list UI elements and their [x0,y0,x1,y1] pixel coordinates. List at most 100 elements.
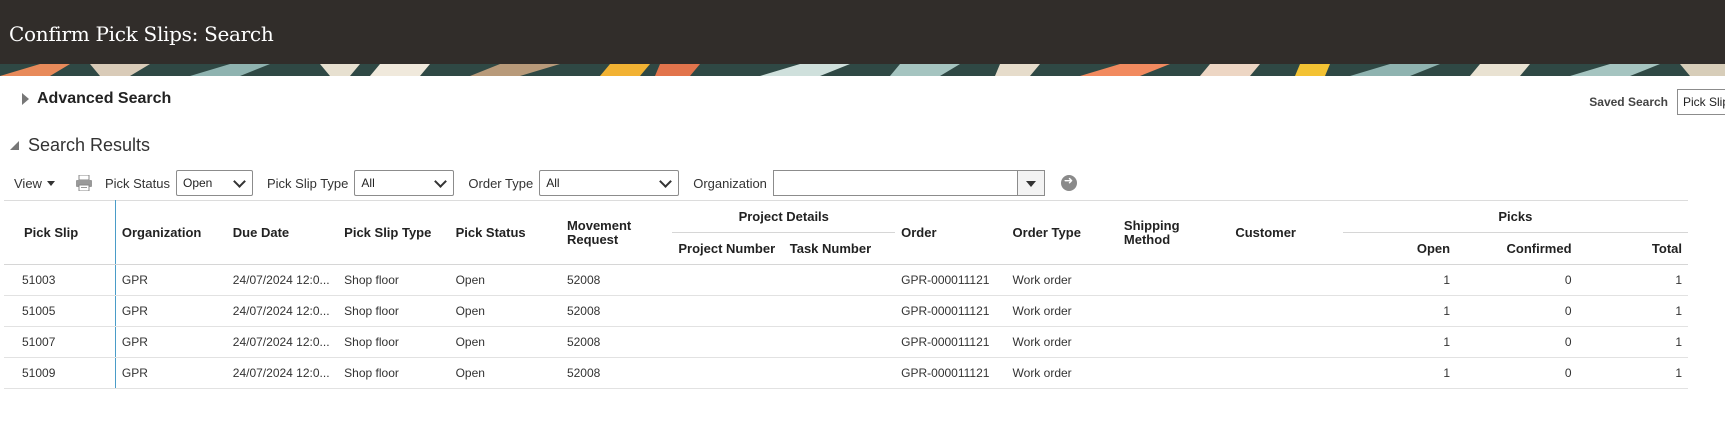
order-type-select[interactable]: All [539,170,680,196]
col-order[interactable]: Order [895,200,1007,265]
col-shipping-method[interactable]: Shipping Method [1117,200,1230,265]
header-banner-image [0,64,1725,76]
cell-project-number [672,295,784,327]
advanced-search-label: Advanced Search [37,90,172,107]
cell-order: GPR-000011121 [895,295,1007,327]
cell-open: 1 [1342,264,1457,296]
cell-organization: GPR [115,295,227,327]
cell-pick-slip-type: Shop floor [338,295,450,327]
col-due-date[interactable]: Due Date [226,200,339,265]
organization-input[interactable] [772,170,1045,196]
pick-slip-link[interactable]: 51009 [4,357,116,389]
cell-customer [1229,326,1343,358]
cell-open: 1 [1342,357,1457,389]
cell-movement-request: 52008 [560,326,673,358]
cell-confirmed: 0 [1456,295,1578,327]
pick-status-select[interactable]: Open [175,170,253,196]
cell-order-type: Work order [1006,357,1118,389]
cell-order: GPR-000011121 [895,326,1007,358]
chevron-down-icon [233,175,246,188]
cell-pick-slip-type: Shop floor [338,357,450,389]
cell-due-date: 24/07/2024 12:0... [226,264,339,296]
cell-task-number [783,357,896,389]
pick-status-value: Open [182,176,213,190]
organization-label: Organization [693,175,767,191]
saved-search: Saved Search Pick Slip [1589,89,1725,115]
table-row[interactable]: 51005 GPR 24/07/2024 12:0... Shop floor … [4,295,1688,327]
advanced-search-toggle[interactable]: Advanced Search [22,90,171,108]
cell-order: GPR-000011121 [895,357,1007,389]
cell-shipping-method [1117,326,1230,358]
results-toolbar: View Pick Status Open Pick Slip Type All… [14,170,1124,196]
col-group-project-details: Project Details [672,200,896,233]
organization-dropdown-button[interactable] [1016,171,1044,195]
cell-pick-status: Open [449,264,561,296]
cell-project-number [672,326,784,358]
cell-confirmed: 0 [1456,357,1578,389]
col-task-number[interactable]: Task Number [783,232,896,265]
cell-customer [1229,264,1343,296]
cell-due-date: 24/07/2024 12:0... [226,357,339,389]
saved-search-label: Saved Search [1589,95,1668,109]
order-type-value: All [546,176,560,190]
saved-search-select[interactable]: Pick Slip [1677,89,1725,115]
pick-slip-type-value: All [361,176,375,190]
pick-slips-table: Pick Slip Organization Due Date Pick Sli… [4,200,1688,389]
chevron-down-icon [434,175,448,188]
view-menu-label: View [14,175,42,191]
cell-task-number [783,264,896,296]
table-row[interactable]: 51009 GPR 24/07/2024 12:0... Shop floor … [4,357,1688,389]
cell-customer [1229,295,1343,327]
cell-organization: GPR [115,264,227,296]
pick-slip-type-label: Pick Slip Type [266,175,349,191]
cell-movement-request: 52008 [560,357,673,389]
col-pick-slip-type[interactable]: Pick Slip Type [338,200,450,265]
cell-shipping-method [1117,295,1230,327]
cell-pick-slip-type: Shop floor [338,326,450,358]
search-results-toggle[interactable]: Search Results [10,135,150,156]
cell-project-number [672,357,784,389]
col-pick-status[interactable]: Pick Status [449,200,561,265]
chevron-down-icon [659,175,673,188]
cell-task-number [783,295,896,327]
col-organization[interactable]: Organization [115,200,227,265]
cell-pick-status: Open [449,357,561,389]
cell-customer [1229,357,1343,389]
search-results-label: Search Results [28,135,151,155]
caret-down-icon [1025,181,1036,187]
table-row[interactable]: 51003 GPR 24/07/2024 12:0... Shop floor … [4,264,1688,296]
cell-shipping-method [1117,264,1230,296]
col-movement-request[interactable]: Movement Request [560,200,673,265]
pick-slip-link[interactable]: 51005 [4,295,116,327]
cell-organization: GPR [115,326,227,358]
page-title: Confirm Pick Slips: Search [9,22,274,46]
col-confirmed[interactable]: Confirmed [1456,232,1578,265]
cell-order-type: Work order [1006,326,1118,358]
print-icon[interactable] [75,175,93,191]
cell-total: 1 [1577,264,1688,296]
page-header: Confirm Pick Slips: Search [0,0,1725,64]
cell-total: 1 [1577,357,1688,389]
col-pick-slip[interactable]: Pick Slip [4,200,116,265]
cell-order: GPR-000011121 [895,264,1007,296]
table-row[interactable]: 51007 GPR 24/07/2024 12:0... Shop floor … [4,326,1688,358]
col-total[interactable]: Total [1577,232,1688,265]
cell-shipping-method [1117,357,1230,389]
cell-open: 1 [1342,326,1457,358]
pick-slip-link[interactable]: 51003 [4,264,116,296]
cell-due-date: 24/07/2024 12:0... [226,295,339,327]
cell-due-date: 24/07/2024 12:0... [226,326,339,358]
pick-slip-type-select[interactable]: All [354,170,455,196]
col-customer[interactable]: Customer [1229,200,1343,265]
col-open[interactable]: Open [1342,232,1457,265]
pick-slip-link[interactable]: 51007 [4,326,116,358]
cell-pick-status: Open [449,295,561,327]
view-menu[interactable]: View [14,176,55,191]
col-order-type[interactable]: Order Type [1006,200,1118,265]
arrow-right-circle-icon[interactable] [1060,174,1077,191]
cell-movement-request: 52008 [560,264,673,296]
col-project-number[interactable]: Project Number [672,232,784,265]
cell-total: 1 [1577,295,1688,327]
cell-total: 1 [1577,326,1688,358]
cell-organization: GPR [115,357,227,389]
